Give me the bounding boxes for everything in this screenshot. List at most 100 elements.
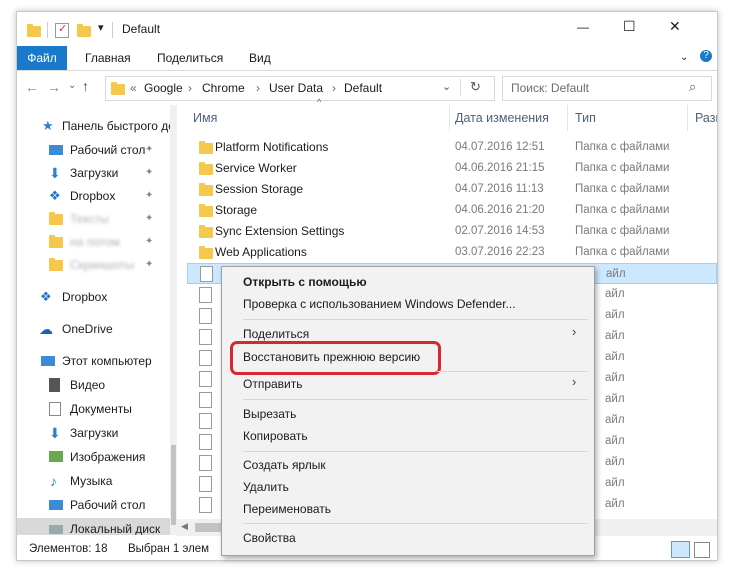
- breadcrumb-user-data[interactable]: User Data: [269, 81, 323, 95]
- file-row[interactable]: Sync Extension Settings 02.07.2016 14:53…: [187, 221, 717, 242]
- refresh-icon[interactable]: ↻: [470, 79, 481, 95]
- menu-item-cut[interactable]: Вырезать: [243, 403, 296, 425]
- pin-icon[interactable]: ✦: [145, 185, 153, 207]
- onedrive-icon: ☁: [39, 321, 53, 337]
- pin-icon[interactable]: ✦: [145, 231, 153, 253]
- pin-icon[interactable]: ✦: [145, 162, 153, 184]
- recent-locations-icon[interactable]: ⌄: [68, 80, 76, 91]
- column-divider[interactable]: [567, 105, 568, 131]
- address-dropdown-icon[interactable]: ⌄: [442, 80, 451, 93]
- nav-item-onedrive[interactable]: ☁ OneDrive: [17, 318, 177, 340]
- nav-item-video[interactable]: Видео: [17, 374, 177, 396]
- nav-item-label: Музыка: [70, 474, 113, 488]
- column-type[interactable]: Тип: [575, 105, 596, 131]
- file-type: Папка с файлами: [575, 141, 670, 153]
- file-row[interactable]: Service Worker 04.06.2016 21:15 Папка с …: [187, 158, 717, 179]
- details-view-icon[interactable]: [671, 541, 690, 558]
- menu-item-restore-previous-version[interactable]: Восстановить прежнюю версию: [243, 346, 420, 368]
- file-row[interactable]: Session Storage 04.07.2016 11:13 Папка с…: [187, 179, 717, 200]
- new-folder-icon[interactable]: [77, 24, 91, 37]
- address-field[interactable]: « Google › Chrome › User Data › Default …: [105, 76, 495, 101]
- nav-scrollbar[interactable]: [170, 105, 177, 535]
- menu-item-delete[interactable]: Удалить: [243, 476, 289, 498]
- nav-item-quick-access[interactable]: ★ Панель быстрого доступа: [17, 115, 177, 137]
- tab-file[interactable]: Файл: [17, 46, 67, 70]
- breadcrumb-separator-icon: ›: [256, 81, 260, 95]
- nav-item-label: Загрузки: [70, 426, 119, 440]
- tab-home[interactable]: Главная: [85, 46, 131, 70]
- file-date: 04.07.2016 12:51: [455, 141, 545, 153]
- tab-view[interactable]: Вид: [249, 46, 271, 70]
- menu-item-properties[interactable]: Свойства: [243, 527, 296, 549]
- file-row[interactable]: Platform Notifications 04.07.2016 12:51 …: [187, 137, 717, 158]
- file-type: айл: [605, 309, 625, 321]
- file-icon: [199, 329, 212, 345]
- nav-item-music[interactable]: ♪ Музыка: [17, 470, 177, 492]
- submenu-arrow-icon: ›: [572, 324, 577, 339]
- chevron-down-icon[interactable]: ⌄: [680, 52, 688, 63]
- up-arrow-icon[interactable]: ↑: [82, 78, 89, 94]
- breadcrumb-overflow[interactable]: «: [130, 81, 137, 95]
- nav-item-documents[interactable]: Документы: [17, 398, 177, 420]
- scroll-left-icon[interactable]: ◀: [181, 521, 188, 532]
- nav-item-desktop-pc[interactable]: Рабочий стол: [17, 494, 177, 516]
- nav-scrollbar-thumb[interactable]: [171, 445, 176, 525]
- maximize-button[interactable]: ☐: [623, 18, 636, 35]
- nav-item-label: Этот компьютер: [62, 354, 152, 368]
- forward-arrow-icon[interactable]: →: [47, 79, 61, 95]
- nav-item-desktop[interactable]: Рабочий стол ✦: [17, 139, 177, 161]
- folder-icon: [199, 162, 213, 175]
- file-row[interactable]: Web Applications 03.07.2016 22:23 Папка …: [187, 242, 717, 263]
- menu-item-send-to[interactable]: Отправить: [243, 373, 303, 395]
- nav-item-this-pc[interactable]: Этот компьютер: [17, 350, 177, 372]
- file-name: Platform Notifications: [215, 140, 329, 154]
- nav-item-label: Документы: [70, 402, 132, 416]
- column-name[interactable]: Имя: [193, 105, 217, 131]
- nav-item-downloads[interactable]: ⬇ Загрузки ✦: [17, 162, 177, 184]
- help-icon[interactable]: ?: [700, 50, 712, 62]
- nav-item-later[interactable]: на потом ✦: [17, 231, 177, 253]
- nav-item-texts[interactable]: Тексты ✦: [17, 208, 177, 230]
- selection-info: Выбран 1 элем: [128, 543, 210, 555]
- large-icons-view-icon[interactable]: [694, 542, 710, 558]
- pin-icon[interactable]: ✦: [145, 208, 153, 230]
- menu-item-open-with[interactable]: Открыть с помощью: [243, 271, 367, 293]
- search-input[interactable]: Поиск: Default ⌕: [502, 76, 712, 101]
- column-divider[interactable]: [449, 105, 450, 131]
- file-date: 04.07.2016 11:13: [455, 183, 544, 195]
- breadcrumb-google[interactable]: Google: [144, 81, 183, 95]
- video-icon: [49, 378, 60, 392]
- navigation-pane: ★ Панель быстрого доступа Рабочий стол ✦…: [17, 105, 177, 535]
- file-type: Папка с файлами: [575, 183, 670, 195]
- menu-item-copy[interactable]: Копировать: [243, 425, 308, 447]
- menu-item-rename[interactable]: Переименовать: [243, 498, 331, 520]
- column-size[interactable]: Разм: [695, 105, 717, 131]
- pin-icon[interactable]: ✦: [145, 139, 153, 161]
- nav-item-pictures[interactable]: Изображения: [17, 446, 177, 468]
- folder-icon: [199, 141, 213, 154]
- tab-share[interactable]: Поделиться: [157, 46, 223, 70]
- column-date[interactable]: Дата изменения: [455, 105, 549, 131]
- minimize-button[interactable]: —: [577, 20, 589, 34]
- nav-item-dropbox[interactable]: ❖ Dropbox: [17, 286, 177, 308]
- close-button[interactable]: ✕: [669, 18, 681, 35]
- column-divider[interactable]: [687, 105, 688, 131]
- nav-item-screenshots[interactable]: Скриншоты ✦: [17, 254, 177, 276]
- file-icon: [199, 350, 212, 366]
- breadcrumb-chrome[interactable]: Chrome: [202, 81, 245, 95]
- nav-item-dropbox-pinned[interactable]: ❖ Dropbox ✦: [17, 185, 177, 207]
- back-arrow-icon[interactable]: ←: [25, 79, 39, 95]
- nav-item-downloads-pc[interactable]: ⬇ Загрузки: [17, 422, 177, 444]
- properties-icon[interactable]: ✓: [55, 23, 69, 38]
- nav-item-label: Dropbox: [62, 290, 108, 304]
- file-icon: [199, 434, 212, 450]
- menu-separator: [243, 319, 588, 320]
- search-icon[interactable]: ⌕: [689, 79, 696, 95]
- pin-icon[interactable]: ✦: [145, 254, 153, 276]
- quick-access-dropdown-icon[interactable]: ▾: [98, 21, 104, 34]
- breadcrumb-default[interactable]: Default: [344, 81, 382, 95]
- menu-item-defender[interactable]: Проверка с использованием Windows Defend…: [243, 293, 516, 315]
- menu-item-create-shortcut[interactable]: Создать ярлык: [243, 454, 326, 476]
- nav-item-local-disk[interactable]: Локальный диск: [17, 518, 177, 535]
- file-row[interactable]: Storage 04.06.2016 21:20 Папка с файлами: [187, 200, 717, 221]
